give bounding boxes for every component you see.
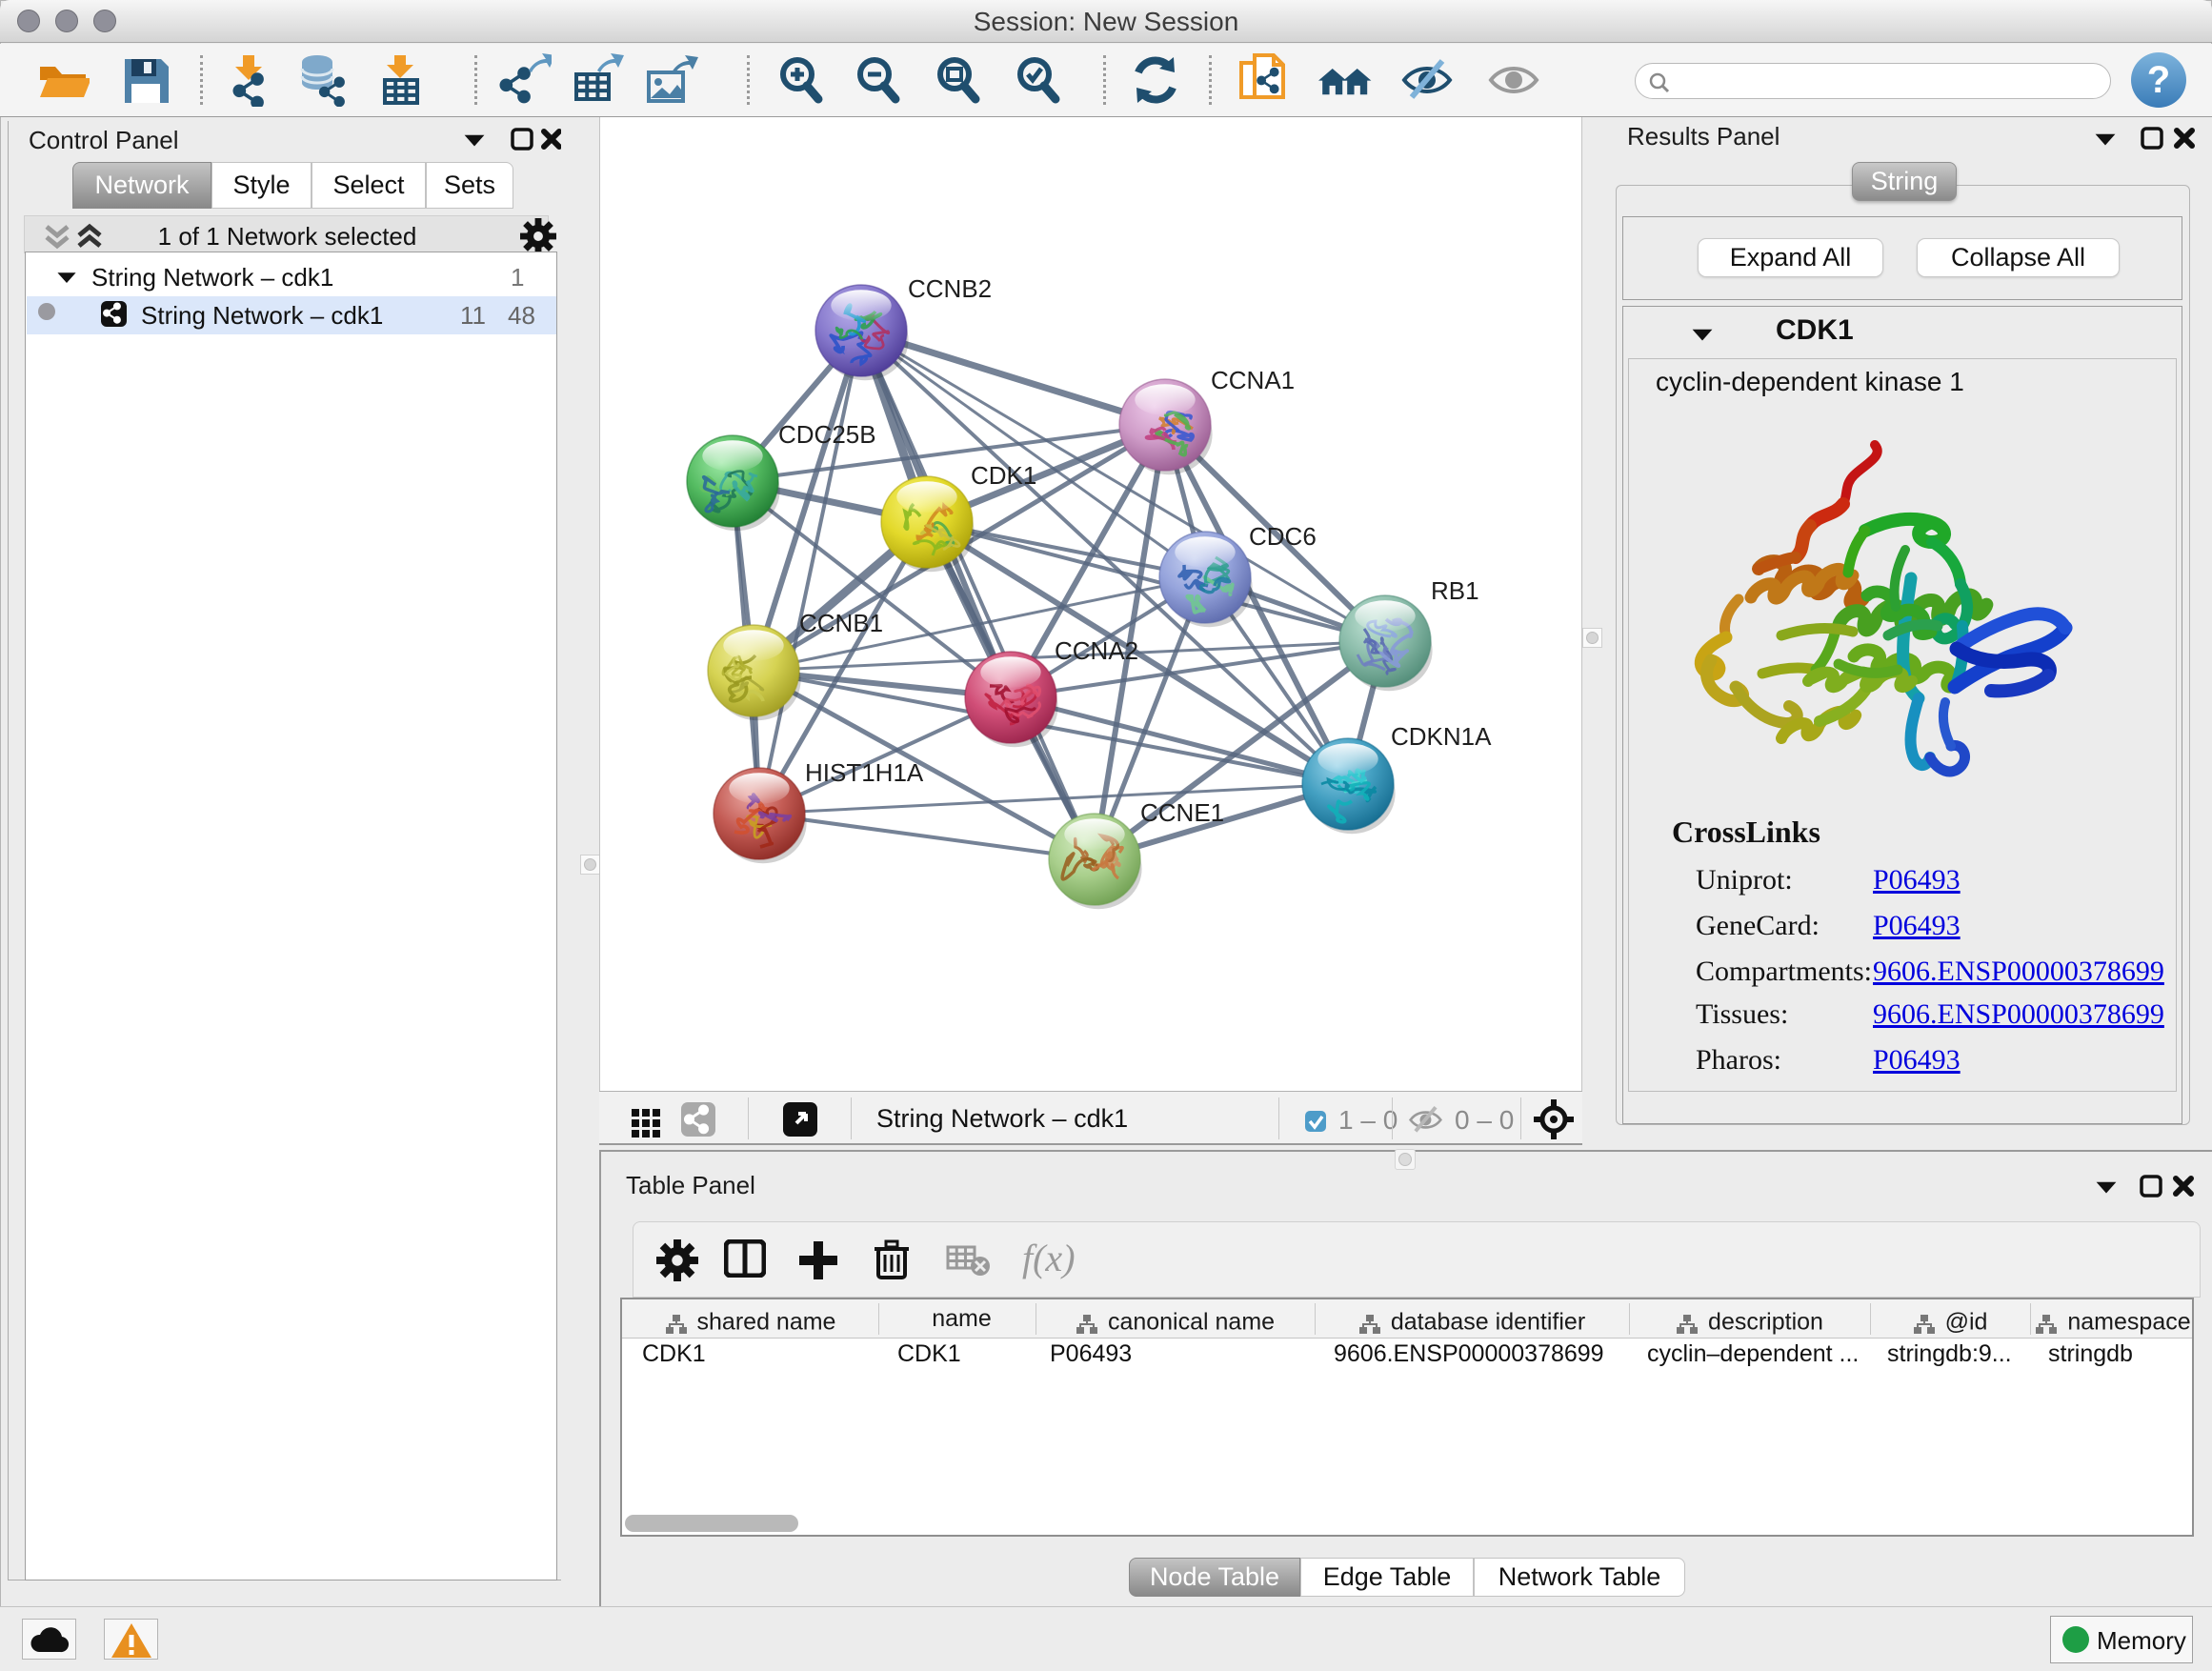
svg-text:CDK1: CDK1: [971, 461, 1036, 490]
svg-text:CCNA2: CCNA2: [1055, 636, 1138, 665]
svg-text:HIST1H1A: HIST1H1A: [805, 758, 924, 787]
svg-text:CDKN1A: CDKN1A: [1391, 722, 1492, 751]
svg-text:CDC6: CDC6: [1249, 522, 1317, 551]
svg-text:CCNB2: CCNB2: [908, 274, 992, 303]
svg-text:CDC25B: CDC25B: [778, 420, 876, 449]
svg-text:RB1: RB1: [1431, 576, 1479, 605]
svg-text:CCNE1: CCNE1: [1140, 798, 1224, 827]
svg-text:CCNA1: CCNA1: [1211, 366, 1295, 394]
svg-text:CCNB1: CCNB1: [799, 609, 883, 637]
svg-text:?: ?: [2147, 59, 2170, 101]
